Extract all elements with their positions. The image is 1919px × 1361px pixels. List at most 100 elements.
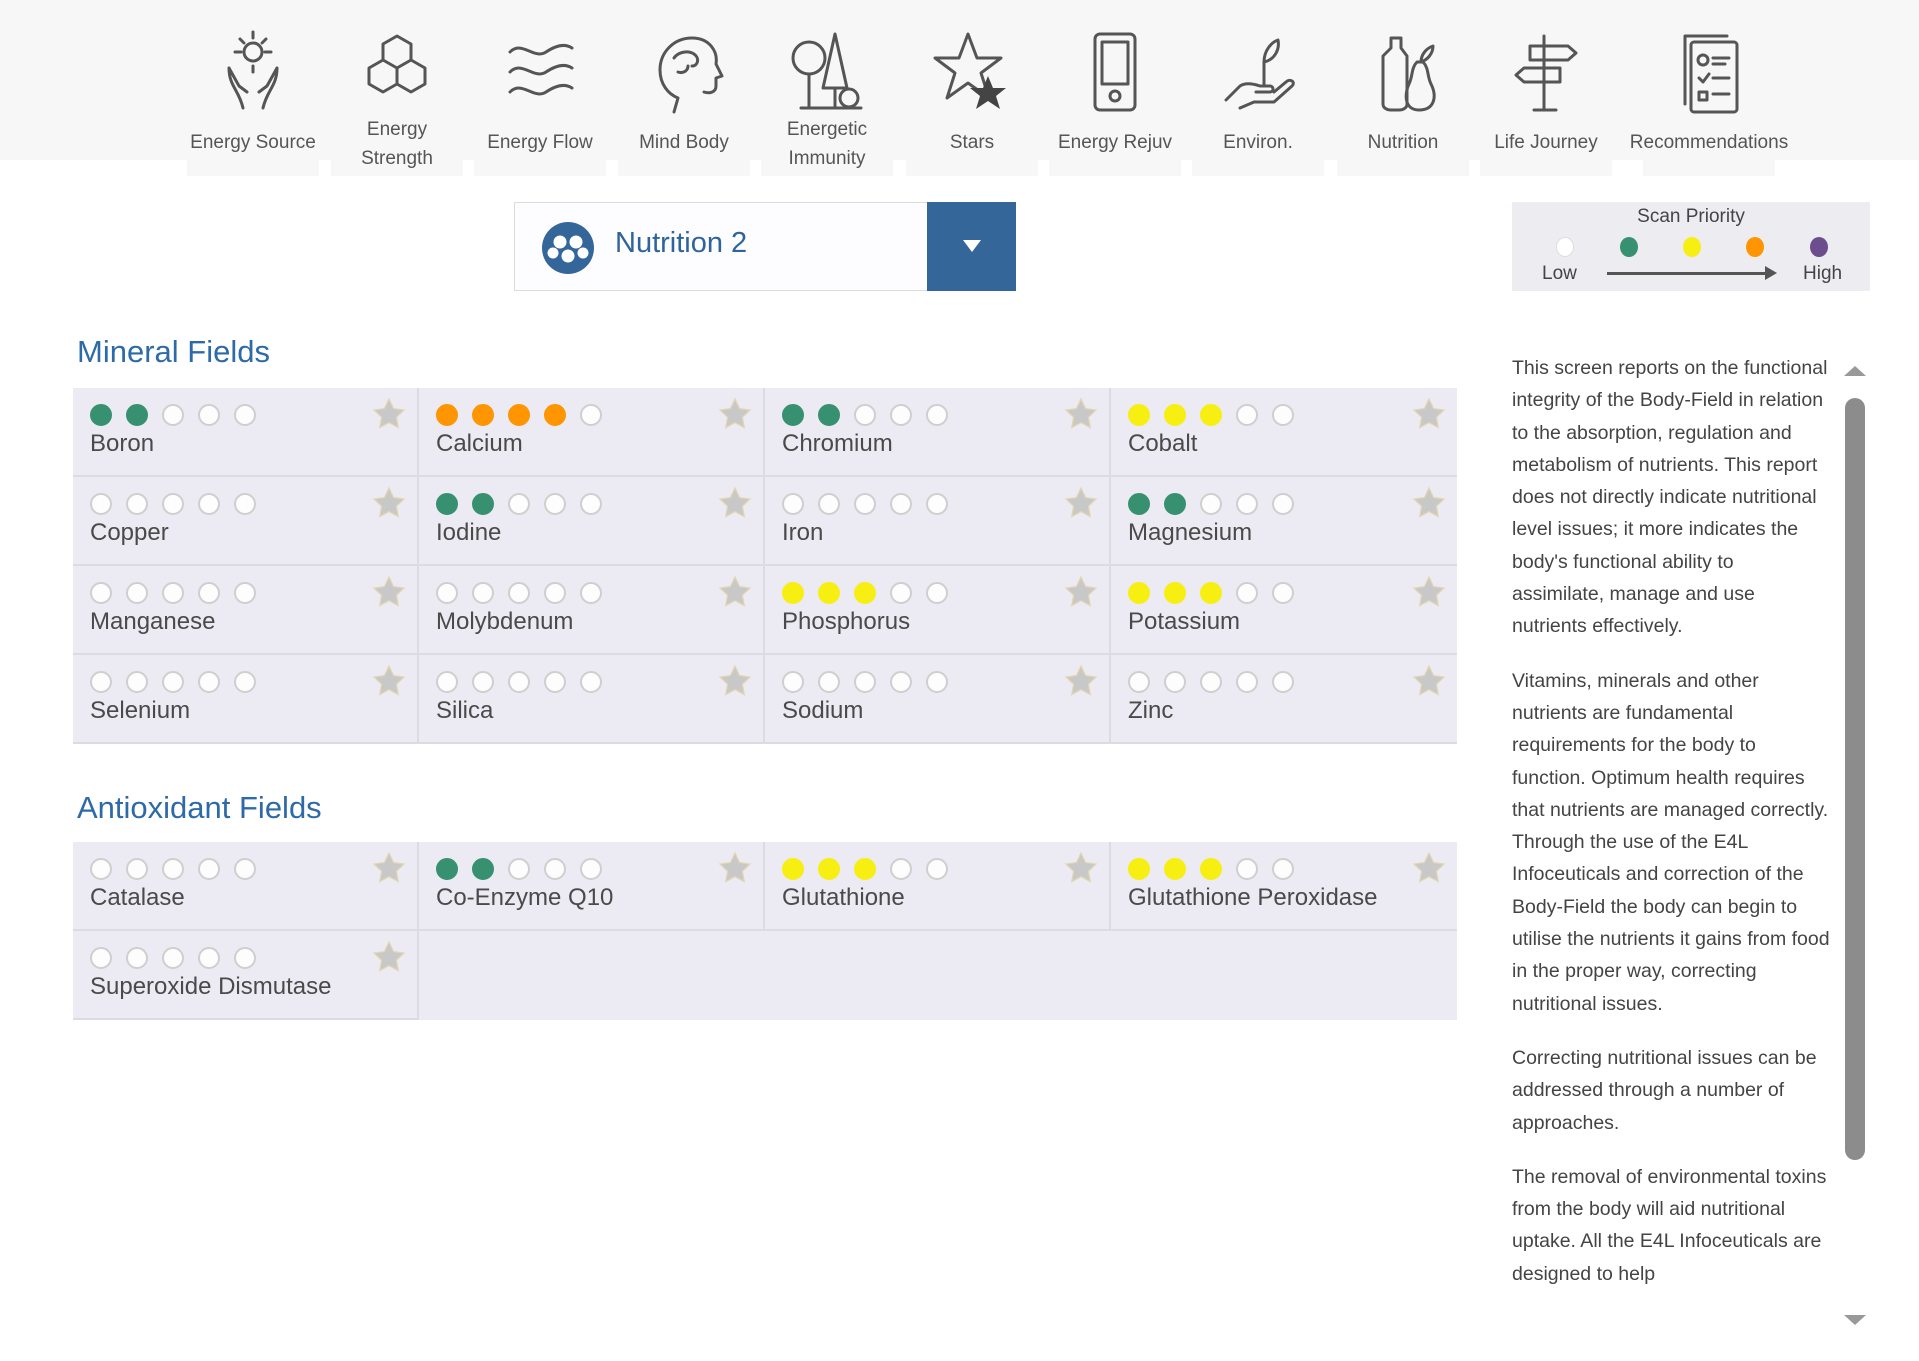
field-cell-glutathione-peroxidase[interactable]: Glutathione Peroxidase [1111,842,1457,931]
star-icon[interactable] [371,850,407,886]
star-icon[interactable] [1063,663,1099,699]
field-cell-chromium[interactable]: Chromium [765,388,1111,477]
field-name: Boron [90,430,155,457]
nav-tab-label: Energy Rejuv [1057,132,1173,153]
scrollbar-thumb[interactable] [1845,398,1865,1160]
head-brain-icon [658,36,724,114]
legend-title: Scan Priority [1637,206,1745,227]
report-dropdown[interactable]: Nutrition 2 [514,202,1016,291]
field-name: Iodine [436,519,502,546]
priority-dot-empty [126,582,148,604]
field-cell-superoxide-dismutase[interactable]: Superoxide Dismutase [73,931,419,1020]
field-cell-catalase[interactable]: Catalase [73,842,419,931]
nav-tab-life-journey[interactable]: Life Journey [1476,0,1616,176]
field-cell-boron[interactable]: Boron [73,388,419,477]
star-icon[interactable] [717,574,753,610]
priority-dots [90,404,256,426]
priority-dots [1128,858,1294,880]
field-cell-selenium[interactable]: Selenium [73,655,419,744]
star-icon[interactable] [1411,485,1447,521]
nav-tab-label: Life Journey [1494,132,1598,153]
priority-dots [782,493,948,515]
star-icon[interactable] [1063,574,1099,610]
priority-dot-filled [1200,404,1222,426]
star-icon[interactable] [717,663,753,699]
priority-dot-empty [1272,582,1294,604]
waves-icon [508,43,574,96]
legend-dot-white [1556,237,1574,257]
field-name: Zinc [1128,697,1174,724]
priority-dot-empty [890,404,912,426]
nav-tab-mind-body[interactable]: Mind Body [614,0,754,176]
priority-dot-empty [508,582,530,604]
field-cell-glutathione[interactable]: Glutathione [765,842,1111,931]
star-icon[interactable] [1063,850,1099,886]
priority-dot-empty [926,671,948,693]
nav-tab-energy-flow[interactable]: Energy Flow [470,0,610,176]
field-cell-manganese[interactable]: Manganese [73,566,419,655]
mineral-fields-heading: Mineral Fields [77,334,270,369]
star-icon[interactable] [371,574,407,610]
field-cell-sodium[interactable]: Sodium [765,655,1111,744]
field-cell-co-enzyme-q10[interactable]: Co-Enzyme Q10 [419,842,765,931]
priority-dot-filled [126,404,148,426]
star-icon[interactable] [1411,396,1447,432]
nav-tab-energetic-immunity[interactable]: Energetic Immunity [757,0,897,176]
priority-dot-empty [1236,582,1258,604]
star-icon[interactable] [371,396,407,432]
field-cell-zinc[interactable]: Zinc [1111,655,1457,744]
field-cell-magnesium[interactable]: Magnesium [1111,477,1457,566]
star-icon[interactable] [371,663,407,699]
priority-dot-empty [1272,858,1294,880]
field-cell-phosphorus[interactable]: Phosphorus [765,566,1111,655]
legend-dot-purple [1810,237,1828,257]
priority-dot-empty [890,858,912,880]
priority-dot-filled [1200,582,1222,604]
field-cell-calcium[interactable]: Calcium [419,388,765,477]
nav-tab-environ[interactable]: Environ. [1188,0,1328,176]
nav-tab-nutrition[interactable]: Nutrition [1333,0,1473,176]
star-icon[interactable] [717,396,753,432]
star-icon[interactable] [1063,396,1099,432]
field-cell-potassium[interactable]: Potassium [1111,566,1457,655]
nav-tab-stars[interactable]: Stars [902,0,1042,176]
nav-tab-energy-source[interactable]: Energy Source [183,0,323,176]
star-icon[interactable] [1411,574,1447,610]
scroll-down-arrow-icon[interactable] [1844,1315,1866,1325]
priority-dots [90,947,256,969]
scroll-up-arrow-icon[interactable] [1844,366,1866,376]
field-cell-silica[interactable]: Silica [419,655,765,744]
nav-tab-energy-strength[interactable]: Energy Strength [327,0,467,176]
field-cell-cobalt[interactable]: Cobalt [1111,388,1457,477]
priority-dots [782,671,948,693]
priority-dot-empty [1236,404,1258,426]
star-icon[interactable] [1411,663,1447,699]
nav-tab-recommendations[interactable]: Recommendations [1630,0,1788,176]
priority-dots [90,858,256,880]
nav-tab-label: Nutrition [1367,132,1439,153]
field-cell-molybdenum[interactable]: Molybdenum [419,566,765,655]
clipboard-icon [1683,34,1739,114]
field-name: Co-Enzyme Q10 [436,884,614,911]
field-cell-iron[interactable]: Iron [765,477,1111,566]
field-cell-iodine[interactable]: Iodine [419,477,765,566]
star-icon[interactable] [717,485,753,521]
priority-dot-filled [818,404,840,426]
star-icon[interactable] [1063,485,1099,521]
priority-dot-filled [544,404,566,426]
star-icon[interactable] [1411,850,1447,886]
star-icon[interactable] [717,850,753,886]
priority-dot-filled [1164,493,1186,515]
dropdown-toggle-button[interactable] [927,202,1016,291]
nav-tab-energy-rejuv[interactable]: Energy Rejuv [1045,0,1185,176]
nav-tab-label: Stars [949,132,995,153]
trees-icon [791,32,863,110]
field-cell-copper[interactable]: Copper [73,477,419,566]
star-icon[interactable] [371,939,407,975]
legend-dot-yellow [1683,237,1701,257]
priority-dot-empty [1200,493,1222,515]
priority-dot-empty [580,582,602,604]
star-icon[interactable] [371,485,407,521]
priority-dot-empty [126,671,148,693]
priority-dot-empty [198,858,220,880]
